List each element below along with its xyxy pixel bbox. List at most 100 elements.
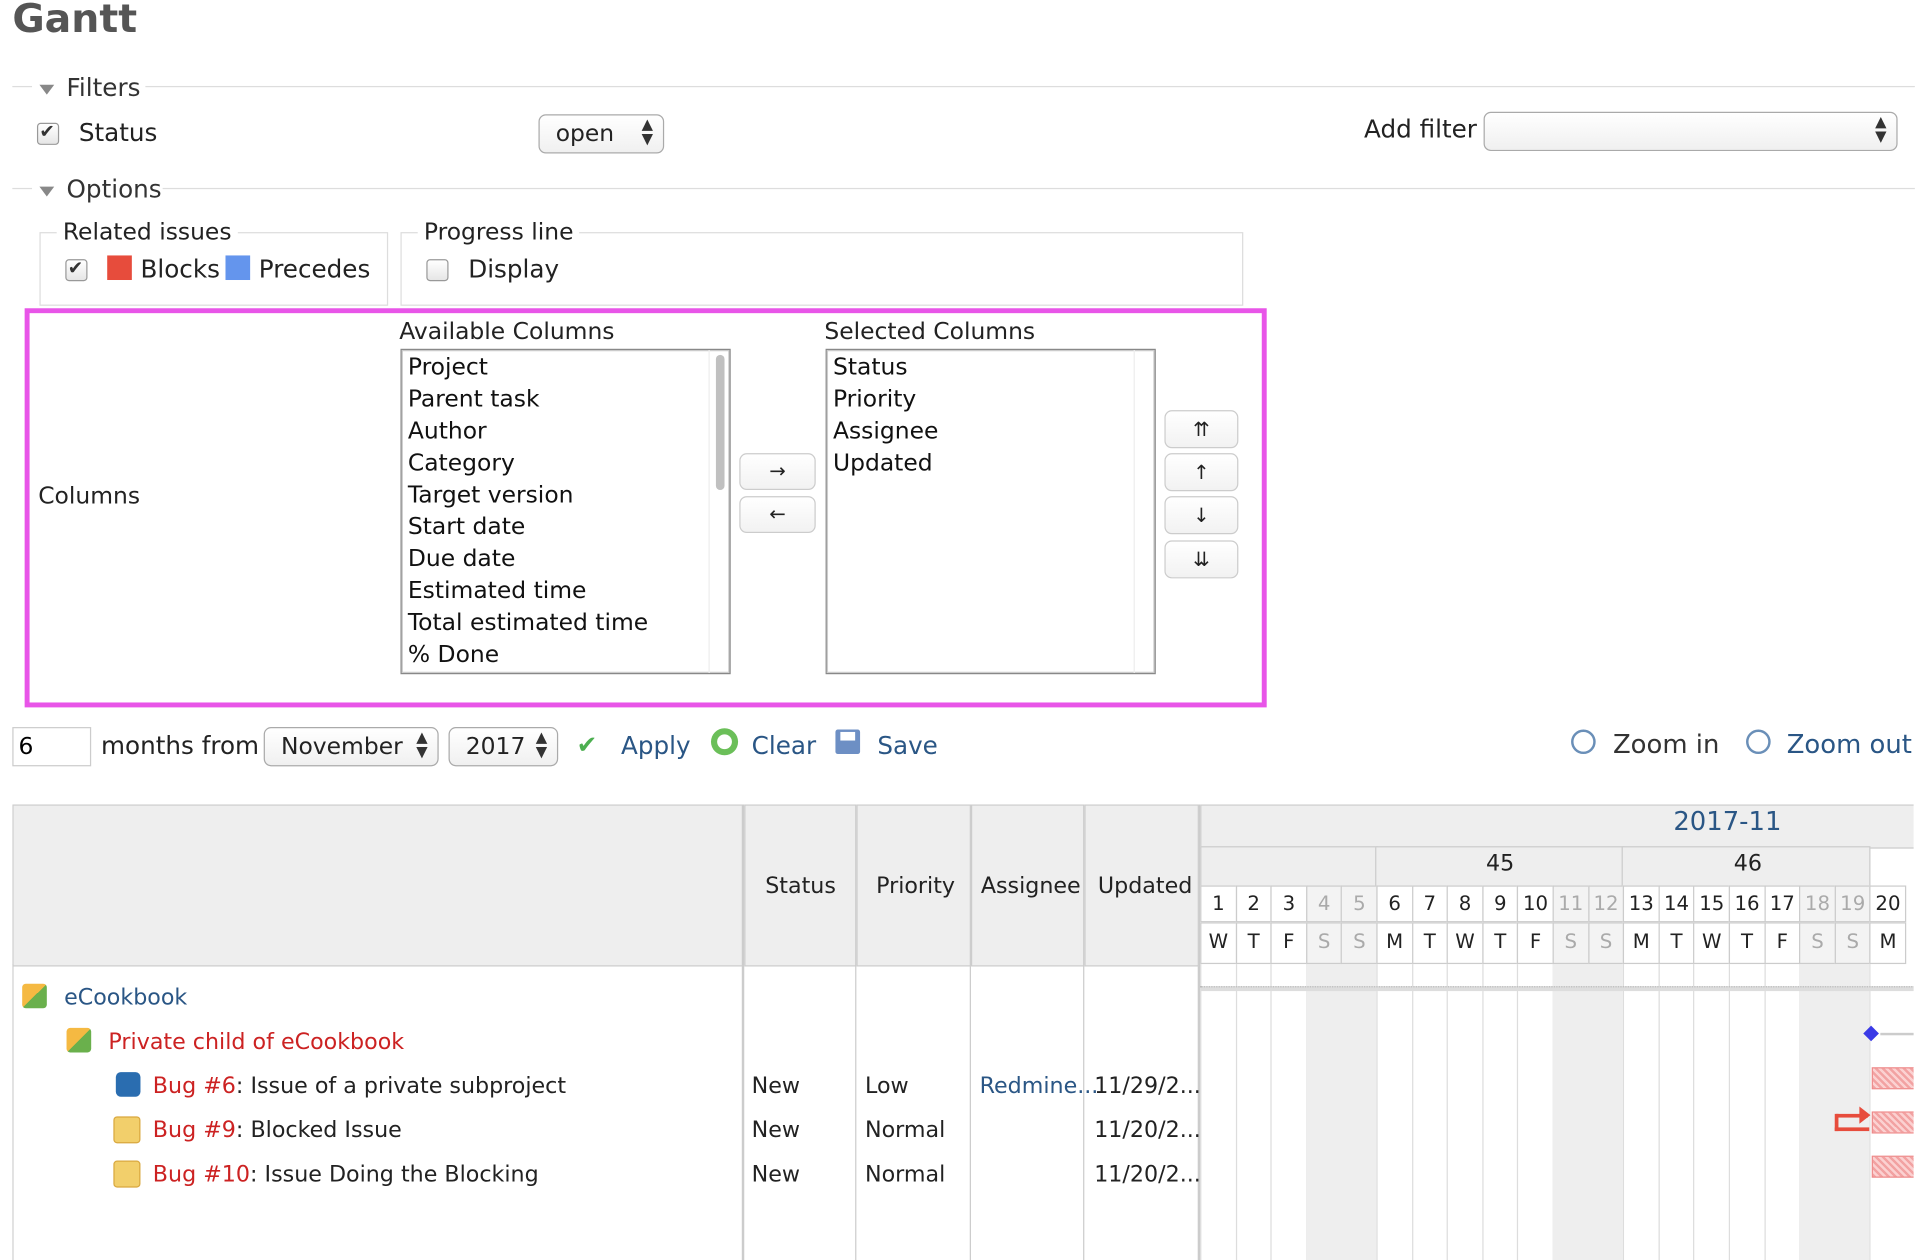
column-option[interactable]: Status (827, 351, 1155, 383)
weekday-letter: M (1623, 922, 1660, 965)
updated-column-header[interactable]: Updated (1098, 873, 1192, 899)
selected-columns-list[interactable]: Status Priority Assignee Updated (825, 348, 1156, 675)
subproject-link[interactable]: Private child of eCookbook (108, 1029, 404, 1055)
related-issues-checkbox[interactable] (65, 257, 88, 282)
issue-icon (113, 1160, 141, 1188)
zoom-in-label: Zoom in (1612, 729, 1720, 759)
columns-label: Columns (38, 482, 141, 510)
day-number: 2 (1235, 885, 1272, 923)
save-floppy-icon (835, 729, 861, 755)
filters-toggle[interactable]: Filters (39, 72, 141, 102)
column-option[interactable]: Estimated time (402, 575, 730, 607)
weekend-column (1552, 964, 1588, 1260)
add-filter-select[interactable]: ▲ ▼ (1483, 111, 1898, 152)
page-title: Gantt (12, 0, 138, 42)
day-number: 7 (1411, 885, 1449, 923)
day-number: 12 (1587, 885, 1625, 923)
select-arrows-icon: ▲ ▼ (641, 115, 654, 148)
available-list-scrollbar[interactable] (715, 354, 725, 491)
issue-bar[interactable] (1871, 1155, 1914, 1178)
month-label: 2017-11 (1673, 806, 1782, 837)
column-option[interactable]: Assignee (827, 415, 1155, 447)
month-select[interactable]: November ▲ ▼ (263, 727, 439, 767)
year-select[interactable]: 2017 ▲ ▼ (448, 727, 559, 767)
precedes-color-swatch (225, 255, 251, 281)
progress-line-checkbox[interactable] (426, 259, 449, 282)
weekday-letter: S (1799, 922, 1836, 965)
column-option[interactable]: Project (402, 351, 730, 383)
weekend-column (1305, 964, 1342, 1260)
move-down-button[interactable]: ↓ (1164, 496, 1239, 535)
day-number: 11 (1552, 885, 1590, 923)
status-operator-select[interactable]: open ▲ ▼ (538, 114, 665, 154)
weekday-letter: W (1446, 922, 1484, 965)
zoom-out-icon (1746, 729, 1771, 755)
options-toggle[interactable]: Options (39, 174, 162, 204)
status-column-header[interactable]: Status (765, 873, 836, 899)
weekday-letter: T (1411, 922, 1449, 965)
assignee-column-header[interactable]: Assignee (981, 873, 1081, 899)
issue-priority: Low (865, 1073, 909, 1100)
column-option[interactable]: Parent task (402, 383, 730, 415)
weekday-letter: T (1728, 922, 1766, 965)
selected-columns-title: Selected Columns (824, 318, 1036, 346)
months-input[interactable] (12, 727, 92, 767)
issue-link[interactable]: Bug #9 (153, 1118, 236, 1144)
move-top-button[interactable]: ⇈ (1164, 410, 1239, 449)
day-number: 3 (1270, 885, 1308, 923)
project-link[interactable]: eCookbook (64, 985, 187, 1011)
issue-link[interactable]: Bug #6 (153, 1073, 236, 1099)
issue-row-subject: Bug #10: Issue Doing the Blocking (152, 1161, 539, 1188)
column-option[interactable]: Total estimated time (402, 607, 730, 639)
weekday-letter: S (1587, 922, 1625, 965)
priority-column-header[interactable]: Priority (876, 873, 955, 899)
day-number: 15 (1693, 885, 1730, 923)
weekday-letter: S (1305, 922, 1343, 965)
issue-icon (113, 1116, 141, 1144)
column-option[interactable]: Category (402, 447, 730, 479)
column-option[interactable]: Target version (402, 479, 730, 511)
column-option[interactable]: Updated (827, 447, 1155, 479)
select-arrows-icon: ▲ ▼ (1875, 112, 1887, 145)
zoom-in-icon (1571, 729, 1596, 755)
issue-updated: 11/20/2... (1094, 1117, 1201, 1144)
day-number: 13 (1623, 885, 1660, 923)
issue-bar[interactable] (1871, 1067, 1914, 1090)
filters-legend: Filters (66, 72, 141, 102)
precedes-label: Precedes (258, 254, 371, 284)
column-option[interactable]: Due date (402, 543, 730, 575)
related-issues-legend: Related issues (56, 218, 238, 246)
save-link[interactable]: Save (877, 731, 937, 760)
column-option[interactable]: Priority (827, 383, 1155, 415)
status-filter-checkbox[interactable] (36, 120, 60, 145)
zoom-out-link[interactable]: Zoom out (1787, 729, 1912, 758)
issue-assignee-link[interactable]: Redmine... (980, 1073, 1099, 1099)
filters-rule-right (145, 85, 1915, 88)
available-columns-list[interactable]: Project Parent task Author Category Target v… (400, 348, 731, 675)
move-up-button[interactable]: ↑ (1164, 453, 1239, 492)
clear-reload-icon (710, 728, 739, 756)
weekday-letter: S (1834, 922, 1871, 965)
months-from-label: months from (101, 730, 260, 761)
select-arrows-icon: ▲ ▼ (416, 728, 428, 761)
project-icon (22, 983, 47, 1009)
apply-link[interactable]: Apply (621, 731, 691, 760)
weekend-column (1587, 964, 1624, 1260)
issue-status: New (751, 1117, 801, 1144)
select-arrows-icon: ▲ ▼ (535, 728, 548, 761)
move-right-button[interactable]: → (739, 453, 816, 491)
issue-bar[interactable] (1871, 1111, 1914, 1134)
day-number: 4 (1305, 885, 1343, 923)
weekday-letter: M (1869, 922, 1907, 965)
weekday-letter: T (1658, 922, 1695, 965)
clear-link[interactable]: Clear (752, 731, 816, 760)
column-option[interactable]: Start date (402, 511, 730, 543)
move-bottom-button[interactable]: ⇊ (1164, 540, 1239, 579)
column-option[interactable]: % Done (402, 639, 730, 671)
column-option[interactable]: Author (402, 415, 730, 447)
issue-status: New (751, 1161, 801, 1188)
issue-link[interactable]: Bug #10 (153, 1162, 250, 1188)
blocks-color-swatch (107, 255, 132, 281)
move-left-button[interactable]: ← (739, 496, 816, 533)
week-label: 45 (1486, 851, 1515, 877)
